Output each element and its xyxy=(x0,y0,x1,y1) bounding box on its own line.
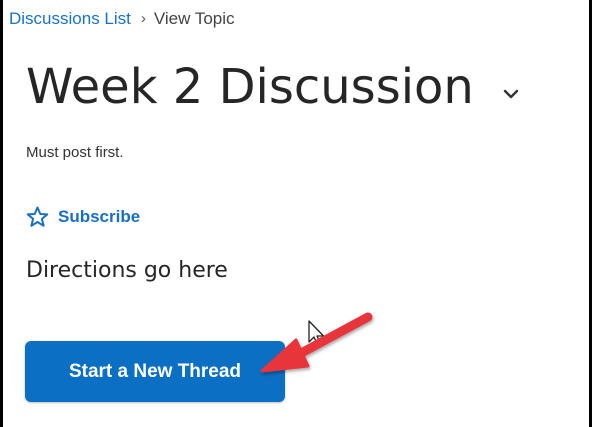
breadcrumb-separator: › xyxy=(140,10,146,27)
page-title: Week 2 Discussion xyxy=(26,59,474,115)
breadcrumb-current-page: View Topic xyxy=(153,9,235,28)
subscribe-link[interactable]: Subscribe xyxy=(25,205,140,229)
star-outline-icon xyxy=(26,206,49,227)
post-restriction-note: Must post first. xyxy=(26,144,124,161)
topic-menu-button[interactable] xyxy=(500,83,522,105)
breadcrumb-discussions-list-link[interactable]: Discussions List xyxy=(9,8,131,30)
subscribe-label: Subscribe xyxy=(58,207,141,226)
start-new-thread-button[interactable]: Start a New Thread xyxy=(25,341,285,402)
mouse-cursor-icon xyxy=(308,320,325,346)
chevron-down-icon xyxy=(503,89,519,99)
topic-directions: Directions go here xyxy=(26,258,228,283)
breadcrumb: Discussions List › View Topic xyxy=(9,8,235,30)
title-row: Week 2 Discussion xyxy=(26,54,522,120)
